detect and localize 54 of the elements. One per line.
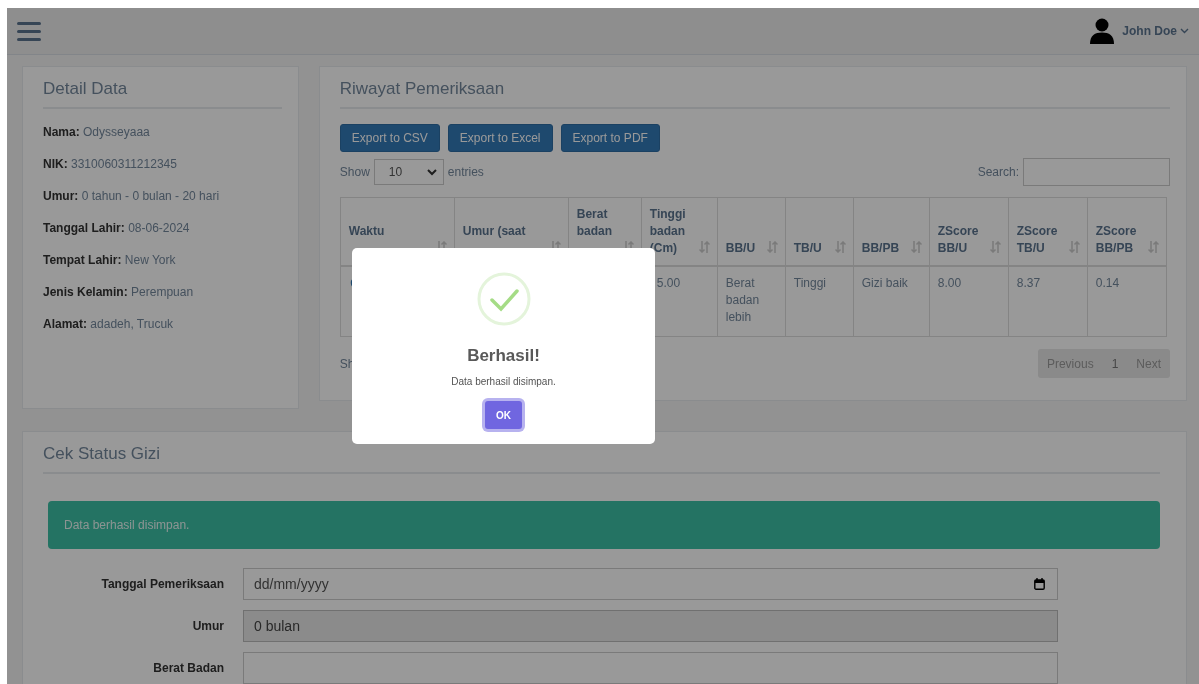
- field-label: Berat Badan: [152, 661, 224, 675]
- table-cell: 0.14: [1095, 276, 1120, 290]
- user-menu[interactable]: John Doe: [1122, 24, 1189, 38]
- chevron-icon: [426, 168, 437, 176]
- user-icon: [1090, 18, 1115, 44]
- dialog-message: Data berhasil disimpan.: [451, 376, 556, 387]
- sort-icon: [910, 241, 922, 253]
- export-button[interactable]: Export to Excel: [447, 124, 553, 152]
- menu-icon[interactable]: [17, 21, 41, 41]
- dialog-title: Berhasil!: [467, 346, 540, 366]
- detail-field: NIK: 3310060311212345: [43, 157, 282, 171]
- column-header[interactable]: BB/U: [717, 197, 786, 266]
- sort-icon: [989, 241, 1001, 253]
- field-label: Umur: [191, 619, 224, 633]
- entries-select[interactable]: 10: [373, 159, 444, 185]
- card-title: Detail Data: [43, 77, 282, 109]
- ok-button[interactable]: OK: [485, 401, 522, 429]
- table-cell: 8.00: [937, 276, 962, 290]
- table-cell: 8.37: [1016, 276, 1041, 290]
- column-header[interactable]: TB/U: [785, 197, 854, 266]
- table-cell: 5.00: [656, 276, 681, 290]
- detail-field: Jenis Kelamin: Perempuan: [43, 285, 282, 299]
- column-header[interactable]: ZScore BB/PB: [1087, 197, 1167, 266]
- entries-label: entries: [447, 165, 484, 179]
- sort-icon: [1068, 241, 1080, 253]
- sort-icon: [834, 241, 846, 253]
- detail-field: Nama: Odysseyaaa: [43, 125, 282, 139]
- table-cell: Tinggi: [793, 276, 827, 290]
- search-field[interactable]: [1023, 158, 1170, 186]
- caret-icon: [1180, 28, 1189, 34]
- sort-icon: [1147, 241, 1159, 253]
- date-field[interactable]: dd/mm/yyyy: [243, 568, 1058, 600]
- show-label: Show: [339, 165, 370, 179]
- calendar-icon[interactable]: [1034, 578, 1045, 590]
- input-field[interactable]: [243, 652, 1058, 684]
- export-button[interactable]: Export to CSV: [339, 124, 440, 152]
- card-title: Riwayat Pemeriksaan: [339, 77, 1170, 109]
- page-link[interactable]: 1: [1102, 356, 1128, 371]
- column-header[interactable]: ZScore TB/U: [1008, 197, 1088, 266]
- field-label: Tanggal Pemeriksaan: [100, 577, 224, 591]
- sort-icon: [698, 241, 710, 253]
- search-label: Search:: [977, 165, 1019, 179]
- column-header[interactable]: BB/PB: [853, 197, 930, 266]
- table-cell: Gizi baik: [861, 276, 908, 290]
- detail-field: Tempat Lahir: New York: [43, 253, 282, 267]
- checkmark-icon: [476, 272, 531, 326]
- success-alert: Data berhasil disimpan.: [48, 501, 1160, 549]
- detail-field: Tanggal Lahir: 08-06-2024: [43, 221, 282, 235]
- detail-field: Umur: 0 tahun - 0 bulan - 20 hari: [43, 189, 282, 203]
- column-header[interactable]: ZScore BB/U: [929, 197, 1009, 266]
- detail-field: Alamat: adadeh, Trucuk: [43, 317, 282, 331]
- sort-icon: [766, 241, 778, 253]
- table-cell: Berat badan lebih: [725, 276, 760, 324]
- export-button[interactable]: Export to PDF: [560, 124, 660, 152]
